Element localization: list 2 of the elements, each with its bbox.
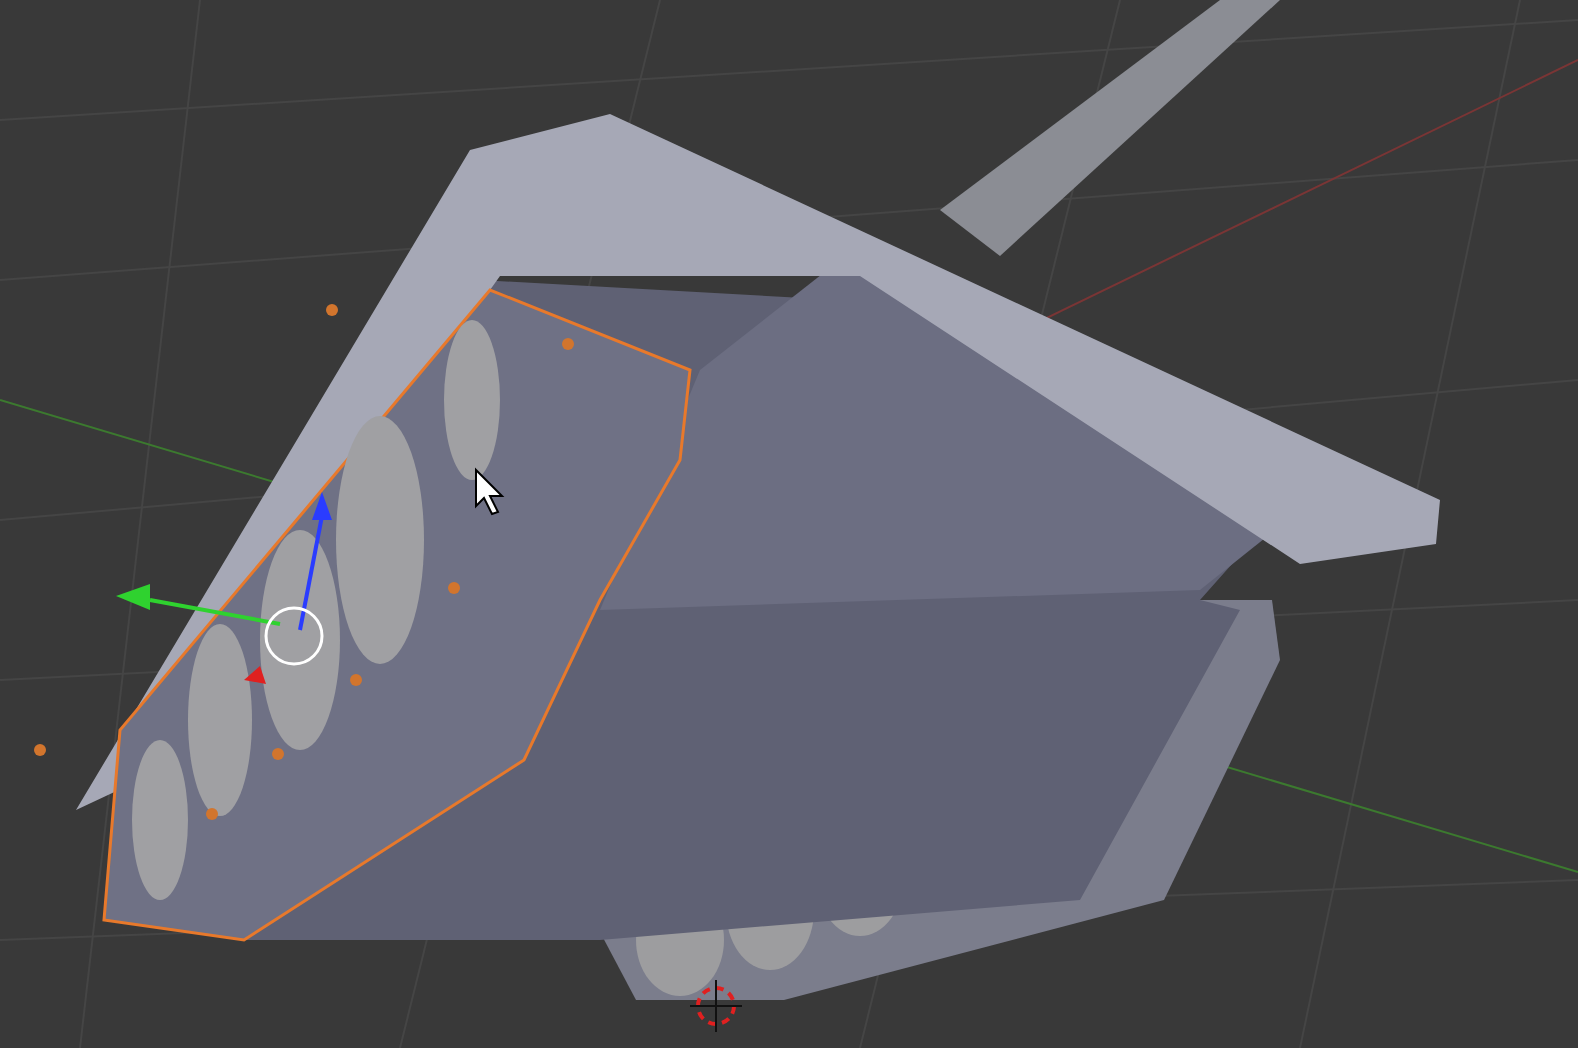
mouse-pointer-icon (475, 467, 505, 516)
3d-cursor-icon (689, 979, 743, 1033)
